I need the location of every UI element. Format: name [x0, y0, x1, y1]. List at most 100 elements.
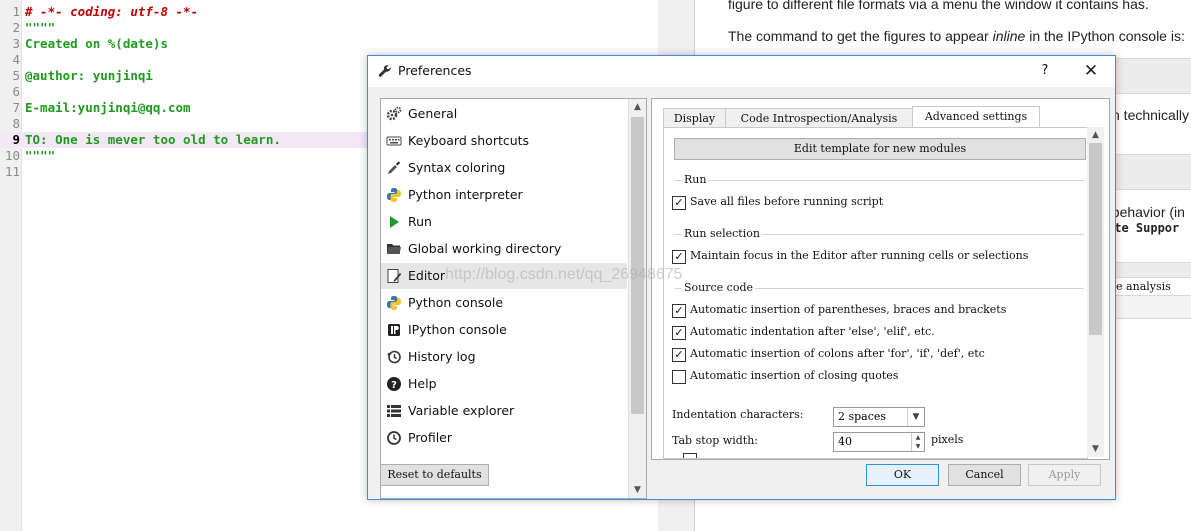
category-ipython-console[interactable]: IPython console — [381, 317, 627, 343]
category-global-working-directory[interactable]: Global working directory — [381, 236, 627, 262]
line-number: 11 — [4, 164, 20, 179]
tab-stop-label: Tab stop width: — [672, 434, 758, 447]
help-text-emphasis: inline — [992, 28, 1026, 44]
category-label: Keyboard shortcuts — [408, 133, 530, 148]
category-help[interactable]: ? Help — [381, 371, 627, 397]
preferences-category-list[interactable]: General Keyboard shortcuts Syntax colori… — [380, 98, 647, 499]
help-icon: ? — [386, 376, 402, 392]
cancel-button[interactable]: Cancel — [948, 464, 1021, 486]
checkbox-checked[interactable]: ✓ — [672, 348, 686, 362]
tab-display[interactable]: Display — [663, 108, 726, 129]
line-number: 5 — [12, 68, 20, 83]
run-icon — [386, 214, 402, 230]
chevron-down-icon[interactable]: ▼ — [629, 482, 646, 498]
history-icon — [386, 349, 402, 365]
help-text-line: figure to different file formats via a m… — [728, 0, 1149, 12]
help-table-cell: de analysis — [1109, 280, 1171, 293]
ok-button[interactable]: OK — [866, 464, 939, 486]
line-number: 7 — [12, 100, 20, 115]
clock-icon — [386, 430, 402, 446]
indentation-select[interactable]: 2 spaces ▼ — [833, 407, 925, 427]
category-syntax-coloring[interactable]: Syntax coloring — [381, 155, 627, 181]
ipython-icon — [386, 322, 402, 338]
editor-current-line[interactable]: 9 TO: One is mever too old to learn. — [0, 132, 370, 148]
category-label: Help — [408, 376, 437, 391]
advanced-settings-page: Edit template for new modules Run ✓ Save … — [663, 127, 1088, 459]
line-number: 6 — [12, 84, 20, 99]
select-value: 2 spaces — [838, 410, 887, 423]
chevron-up-icon[interactable]: ▲ — [1087, 127, 1104, 143]
editor-line[interactable]: 1 # -*- coding: utf-8 -*- — [0, 4, 658, 20]
category-keyboard-shortcuts[interactable]: Keyboard shortcuts — [381, 128, 627, 154]
chevron-down-icon[interactable]: ▼ — [1087, 441, 1104, 457]
reset-to-defaults-button[interactable]: Reset to defaults — [380, 464, 489, 486]
chevron-down-icon[interactable]: ▼ — [907, 408, 924, 426]
spin-up-icon[interactable]: ▲ — [911, 433, 924, 442]
help-button[interactable]: ? — [1032, 60, 1058, 82]
help-text-fragment: t behavior (in — [1104, 204, 1185, 220]
checkbox-unchecked[interactable] — [683, 453, 697, 458]
category-variable-explorer[interactable]: Variable explorer — [381, 398, 627, 424]
line-text: Created on %(date)s — [25, 36, 168, 51]
checkbox-checked[interactable]: ✓ — [672, 304, 686, 318]
python-icon — [386, 295, 402, 311]
line-text: # -*- coding: utf-8 -*- — [25, 4, 199, 19]
category-label: Run — [408, 214, 432, 229]
help-text-line: The command to get the figures to appear… — [728, 28, 1185, 44]
checkbox-checked[interactable]: ✓ — [672, 196, 686, 210]
category-label: Profiler — [408, 430, 453, 445]
line-number: 8 — [12, 116, 20, 131]
category-label: IPython console — [408, 322, 507, 337]
scrollbar-thumb[interactable] — [1089, 143, 1102, 335]
svg-text:?: ? — [391, 380, 397, 391]
line-number: 4 — [12, 52, 20, 67]
edit-template-button[interactable]: Edit template for new modules — [674, 138, 1086, 160]
line-number: 10 — [4, 148, 20, 163]
help-code-fragment: ate Suppor — [1107, 221, 1180, 235]
category-scrollbar[interactable]: ▲ ▼ — [628, 99, 646, 498]
wrench-icon — [378, 64, 392, 82]
option-label: Automatic insertion of parentheses, brac… — [690, 303, 1007, 316]
category-profiler[interactable]: Profiler — [381, 425, 627, 451]
eyedropper-icon — [386, 160, 402, 176]
settings-scrollbar[interactable]: ▲ ▼ — [1087, 127, 1104, 457]
category-history-log[interactable]: History log — [381, 344, 627, 370]
dialog-titlebar: Preferences ? ✕ — [368, 56, 1115, 87]
help-text: in the IPython console is: — [1025, 28, 1185, 44]
group-title: Run selection — [682, 227, 762, 240]
checkbox-checked[interactable]: ✓ — [672, 250, 686, 264]
category-run[interactable]: Run — [381, 209, 627, 235]
line-number: 3 — [12, 36, 20, 51]
category-label: Variable explorer — [408, 403, 515, 418]
help-text-fragment: h technically — [1112, 107, 1190, 123]
apply-button[interactable]: Apply — [1028, 464, 1101, 486]
chevron-up-icon[interactable]: ▲ — [629, 99, 646, 115]
option-label: Save all files before running script — [690, 195, 884, 208]
category-label: Editor — [408, 268, 445, 283]
category-label: Syntax coloring — [408, 160, 506, 175]
editor-icon — [386, 268, 402, 284]
category-label: Global working directory — [408, 241, 562, 256]
category-python-console[interactable]: Python console — [381, 290, 627, 316]
line-text: E-mail:yunjinqi@qq.com — [25, 100, 191, 115]
keyboard-icon — [386, 133, 402, 149]
run-group: Run ✓ Save all files before running scrip… — [672, 173, 1084, 217]
category-label: Python interpreter — [408, 187, 523, 202]
line-text: """" — [25, 20, 56, 35]
editor-line[interactable]: 2 """" — [0, 20, 658, 36]
line-number: 9 — [12, 132, 20, 147]
close-button[interactable]: ✕ — [1076, 59, 1106, 83]
spin-down-icon[interactable]: ▼ — [911, 442, 924, 451]
editor-line[interactable]: 3 Created on %(date)s — [0, 36, 658, 52]
category-label: Python console — [408, 295, 504, 310]
category-python-interpreter[interactable]: Python interpreter — [381, 182, 627, 208]
tab-advanced-settings[interactable]: Advanced settings — [912, 106, 1040, 129]
category-general[interactable]: General — [381, 101, 627, 127]
indentation-label: Indentation characters: — [672, 408, 804, 421]
tab-code-introspection[interactable]: Code Introspection/Analysis — [725, 108, 913, 129]
checkbox-checked[interactable]: ✓ — [672, 326, 686, 340]
tab-stop-spinbox[interactable]: 40 ▲ ▼ — [833, 432, 925, 452]
folder-icon — [386, 241, 402, 257]
checkbox-unchecked[interactable] — [672, 370, 686, 384]
gears-icon — [386, 106, 402, 122]
